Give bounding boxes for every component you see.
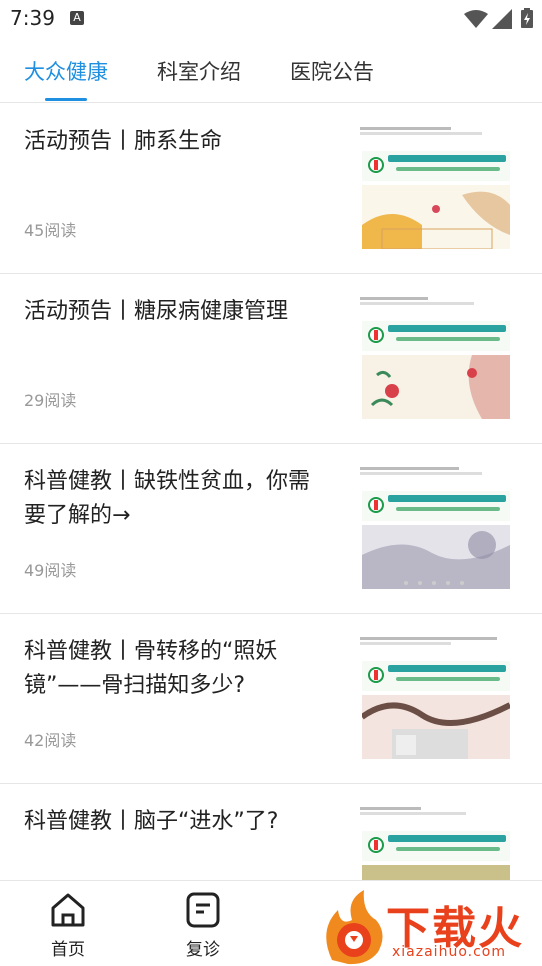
read-count: 29阅读 — [24, 391, 77, 410]
status-time: 7:39 — [10, 6, 55, 30]
tab-departments[interactable]: 科室介绍 — [157, 56, 241, 86]
nav-followup-label: 复诊 — [186, 940, 220, 960]
read-count: 49阅读 — [24, 561, 77, 580]
article-title: 科普健教丨骨转移的“照妖镜”——骨扫描知多少? — [24, 639, 278, 698]
article-item[interactable]: 活动预告丨糖尿病健康管理 29阅读 — [0, 273, 542, 444]
article-item[interactable]: 科普健教丨缺铁性贫血，你需要了解的→ 49阅读 — [0, 443, 542, 614]
status-bar: 7:39 A — [0, 0, 542, 38]
article-title: 科普健教丨脑子“进水”了? — [24, 809, 279, 834]
battery-icon — [521, 8, 533, 28]
article-title: 活动预告丨糖尿病健康管理 — [24, 299, 289, 324]
article-title: 活动预告丨肺系生命 — [24, 129, 223, 154]
note-icon — [186, 892, 220, 928]
tab-public-health[interactable]: 大众健康 — [24, 56, 108, 86]
wifi-icon — [464, 10, 488, 28]
tab-announcements[interactable]: 医院公告 — [290, 56, 374, 86]
read-count: 42阅读 — [24, 731, 77, 750]
article-item[interactable]: 科普健教丨骨转移的“照妖镜”——骨扫描知多少? 42阅读 — [0, 613, 542, 784]
category-tabs: 大众健康 科室介绍 医院公告 — [0, 44, 542, 103]
article-thumbnail — [360, 463, 512, 589]
nav-home[interactable]: 首页 — [33, 891, 103, 960]
read-count: 45阅读 — [24, 221, 77, 240]
article-thumbnail — [360, 633, 512, 759]
article-item[interactable]: 活动预告丨肺系生命 45阅读 — [0, 103, 542, 274]
active-tab-indicator — [45, 98, 87, 101]
notification-icon: A — [70, 11, 84, 25]
nav-home-label: 首页 — [51, 940, 85, 960]
signal-icon — [492, 9, 512, 29]
watermark-url: xiazaihuo.com — [392, 944, 506, 960]
article-thumbnail — [360, 293, 512, 419]
article-title: 科普健教丨缺铁性贫血，你需要了解的→ — [24, 469, 311, 528]
nav-followup[interactable]: 复诊 — [168, 891, 238, 960]
home-icon — [51, 893, 85, 927]
article-thumbnail — [360, 123, 512, 249]
